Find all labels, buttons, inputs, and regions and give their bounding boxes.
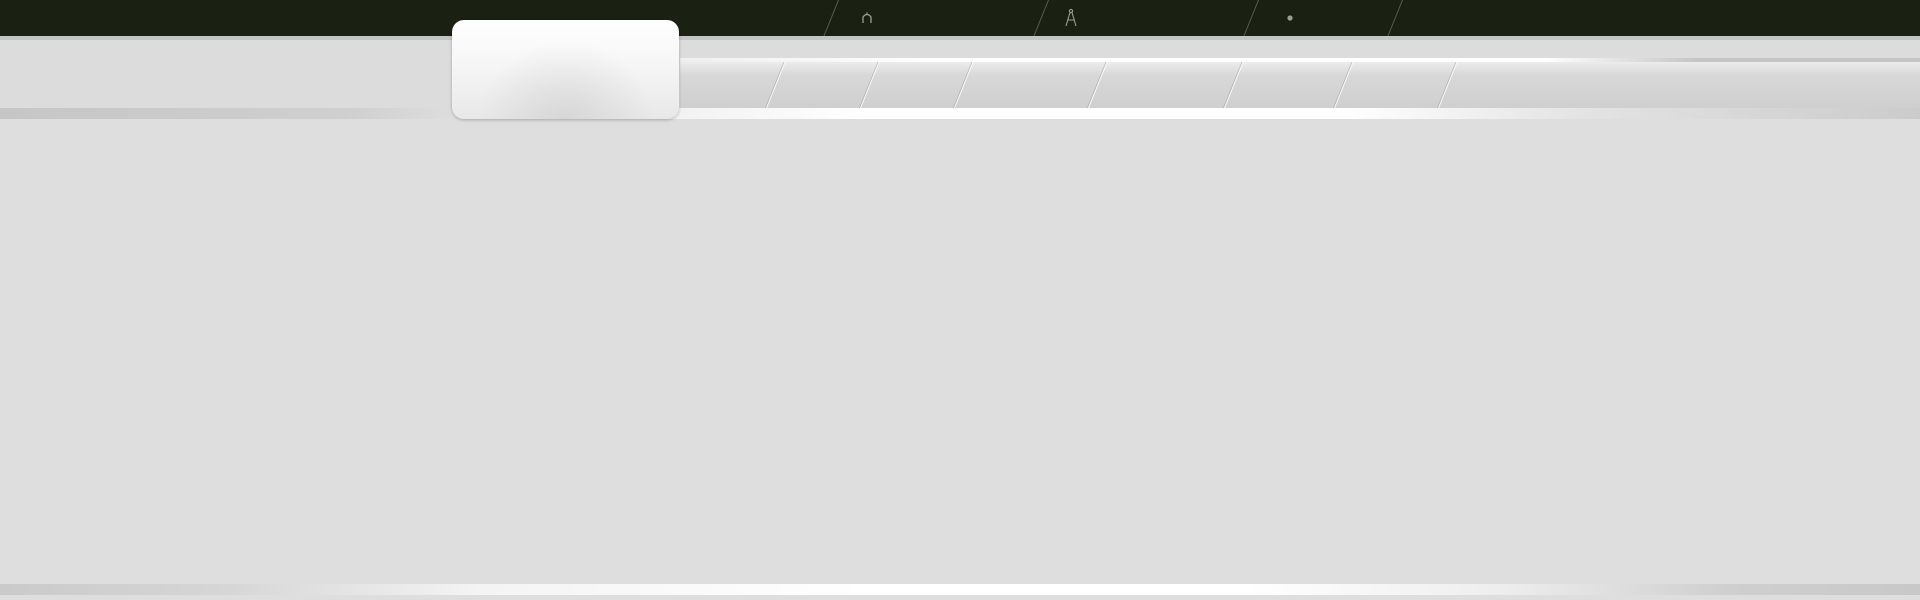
tab-6[interactable] <box>1088 62 1224 108</box>
dot-icon[interactable] <box>1280 8 1300 28</box>
tab-active[interactable] <box>452 20 679 119</box>
main-content-area <box>0 119 1920 584</box>
tab-3[interactable] <box>766 62 860 108</box>
tab-strip-bottom-border <box>0 108 1920 119</box>
compass-drawing-icon[interactable] <box>1061 8 1081 28</box>
footer-border <box>0 584 1920 595</box>
nav-divider <box>1243 0 1259 36</box>
nav-divider <box>1033 0 1049 36</box>
top-nav-bar <box>0 0 1920 36</box>
home-icon[interactable] <box>857 8 877 28</box>
nav-divider <box>823 0 839 36</box>
tab-5[interactable] <box>954 62 1088 108</box>
tab-4[interactable] <box>860 62 954 108</box>
nav-divider <box>1387 0 1403 36</box>
tab-2[interactable] <box>680 62 766 108</box>
